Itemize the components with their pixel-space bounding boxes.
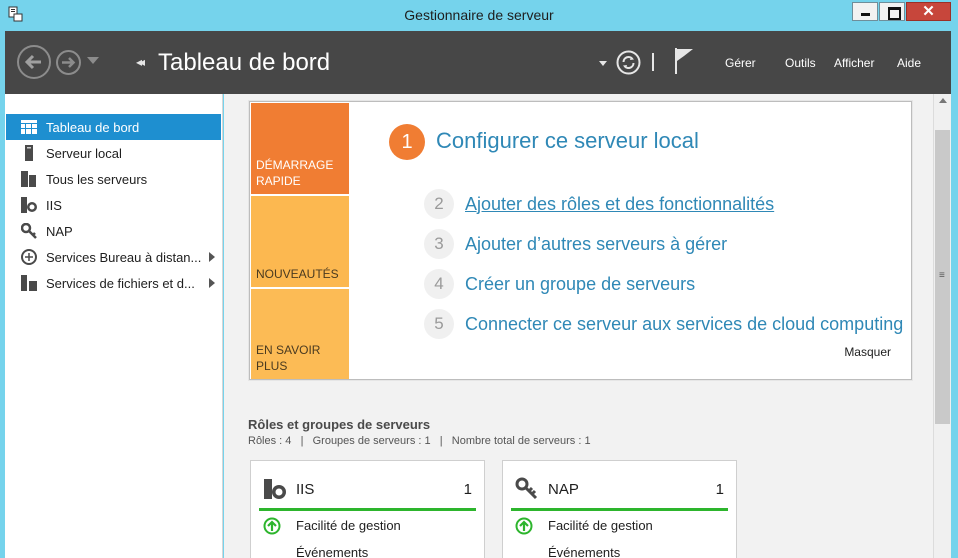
local-server-icon — [20, 144, 38, 162]
tab-learn-more[interactable]: EN SAVOIR PLUS — [251, 289, 349, 379]
tab-label: DÉMARRAGE RAPIDE — [256, 158, 334, 188]
minimize-button[interactable] — [852, 2, 878, 21]
sidebar-item-label: Services Bureau à distan... — [46, 249, 202, 265]
menu-gerer[interactable]: Gérer — [725, 56, 756, 70]
manageability-link[interactable]: Facilité de gestion — [548, 518, 653, 533]
breadcrumb-dropdown-icon[interactable] — [599, 61, 607, 66]
sidebar-item-label: Tableau de bord — [46, 119, 140, 135]
tile-name: IIS — [296, 481, 315, 498]
iis-icon — [20, 196, 38, 214]
create-server-group-link[interactable]: Créer un groupe de serveurs — [465, 274, 695, 295]
dashboard-icon — [20, 118, 38, 136]
roles-groups-title: Rôles et groupes de serveurs — [248, 417, 431, 432]
window-border — [951, 31, 958, 558]
notifications-flag-icon[interactable] — [673, 47, 695, 75]
menu-afficher[interactable]: Afficher — [834, 56, 874, 70]
sidebar-item-label: Tous les serveurs — [46, 171, 148, 187]
menu-aide[interactable]: Aide — [897, 56, 921, 70]
forward-arrow-icon — [62, 57, 76, 68]
sidebar-item-dashboard[interactable]: Tableau de bord — [6, 114, 221, 140]
all-servers-icon — [20, 170, 38, 188]
sidebar-item-remote-desktop[interactable]: Services Bureau à distan... — [6, 244, 221, 270]
roles-groups-summary: Rôles : 4 | Groupes de serveurs : 1 | No… — [248, 435, 591, 447]
file-services-icon — [20, 274, 38, 292]
maximize-button[interactable] — [879, 2, 905, 21]
sidebar-item-label: IIS — [46, 197, 62, 213]
remote-desktop-icon — [20, 248, 38, 266]
step-4: 4 Créer un groupe de serveurs — [424, 269, 695, 299]
header-bar: ◂◂ Tableau de bord Gérer Outils Afficher… — [5, 31, 951, 94]
header-separator — [652, 53, 654, 71]
title-bar: Gestionnaire de serveur ✕ — [0, 0, 958, 31]
tab-quick-start[interactable]: DÉMARRAGE RAPIDE — [251, 103, 349, 194]
quick-start-panel: DÉMARRAGE RAPIDE NOUVEAUTÉS EN SAVOIR PL… — [249, 101, 912, 380]
tab-whats-new[interactable]: NOUVEAUTÉS — [251, 196, 349, 287]
iis-icon — [264, 479, 286, 499]
tab-label: NOUVEAUTÉS — [256, 267, 339, 281]
sidebar-item-all-servers[interactable]: Tous les serveurs — [6, 166, 221, 192]
hide-link[interactable]: Masquer — [844, 345, 891, 359]
manageability-link[interactable]: Facilité de gestion — [296, 518, 401, 533]
status-bar — [511, 508, 728, 511]
sidebar-item-label: Serveur local — [46, 145, 122, 161]
tile-name: NAP — [548, 481, 579, 498]
sidebar: Tableau de bord Serveur local Tous les s… — [5, 94, 223, 558]
sidebar-item-local-server[interactable]: Serveur local — [6, 140, 221, 166]
role-tile-iis[interactable]: IIS 1 Facilité de gestion Événements — [250, 460, 485, 558]
sidebar-item-iis[interactable]: IIS — [6, 192, 221, 218]
menu-outils[interactable]: Outils — [785, 56, 816, 70]
sidebar-item-label: Services de fichiers et d... — [46, 275, 195, 291]
events-link[interactable]: Événements — [296, 545, 368, 558]
events-link[interactable]: Événements — [548, 545, 620, 558]
step-1-configure-local-server[interactable]: Configurer ce serveur local — [436, 128, 699, 154]
step-3: 3 Ajouter d’autres serveurs à gérer — [424, 229, 727, 259]
sidebar-item-file-services[interactable]: Services de fichiers et d... — [6, 270, 221, 296]
sidebar-item-nap[interactable]: NAP — [6, 218, 221, 244]
grip-icon: ≡ — [939, 270, 945, 281]
close-button[interactable]: ✕ — [906, 2, 951, 21]
tab-label: EN SAVOIR PLUS — [256, 343, 321, 373]
step-2: 2 Ajouter des rôles et des fonctionnalit… — [424, 189, 774, 219]
up-arrow-status-icon — [515, 517, 533, 535]
status-bar — [259, 508, 476, 511]
window-title: Gestionnaire de serveur — [404, 7, 554, 23]
scroll-thumb[interactable]: ≡ — [935, 130, 950, 424]
sidebar-item-label: NAP — [46, 223, 73, 239]
back-button[interactable] — [17, 45, 51, 79]
up-arrow-status-icon — [263, 517, 281, 535]
step-number: 5 — [424, 309, 454, 339]
tile-count: 1 — [463, 481, 472, 498]
forward-button[interactable] — [56, 50, 81, 75]
connect-cloud-link[interactable]: Connecter ce serveur aux services de clo… — [465, 314, 903, 335]
step-number: 4 — [424, 269, 454, 299]
add-servers-link[interactable]: Ajouter d’autres serveurs à gérer — [465, 234, 727, 255]
step-5: 5 Connecter ce serveur aux services de c… — [424, 309, 903, 339]
expand-arrow-icon[interactable] — [209, 252, 215, 262]
nap-icon — [515, 477, 538, 500]
back-arrow-icon — [24, 54, 41, 70]
add-roles-link[interactable]: Ajouter des rôles et des fonctionnalités — [465, 194, 774, 215]
history-dropdown-icon[interactable] — [87, 57, 99, 64]
page-title: Tableau de bord — [158, 49, 331, 76]
tile-count: 1 — [715, 481, 724, 498]
expand-arrow-icon[interactable] — [209, 278, 215, 288]
main-content: DÉMARRAGE RAPIDE NOUVEAUTÉS EN SAVOIR PL… — [224, 94, 933, 558]
step-1-number: 1 — [389, 124, 425, 160]
role-tile-nap[interactable]: NAP 1 Facilité de gestion Événements — [502, 460, 737, 558]
breadcrumb-arrows-icon: ◂◂ — [136, 55, 145, 69]
step-number: 3 — [424, 229, 454, 259]
nap-icon — [20, 222, 38, 240]
scroll-up-arrow-icon[interactable] — [939, 98, 947, 103]
step-number: 2 — [424, 189, 454, 219]
refresh-icon[interactable] — [616, 50, 641, 75]
vertical-scrollbar[interactable]: ≡ — [933, 94, 951, 558]
